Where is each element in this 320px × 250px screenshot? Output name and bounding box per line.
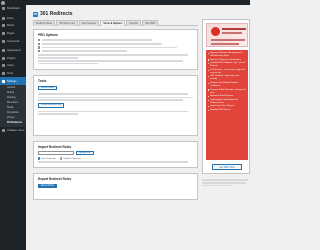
option-row [38,39,193,42]
promo-feature: Redirect with Multiple Redirect Conditio… [208,82,246,88]
menu-pages[interactable]: Pages [0,30,26,38]
tab-support[interactable]: Support [126,20,142,26]
pro-options-panel: PRO Options [33,29,198,70]
page-icon [2,32,5,36]
wordpress-logo-icon[interactable] [1,0,5,5]
pin-icon [2,16,5,20]
settings-submenu: General Writing Reading Discussion Media… [0,84,26,127]
pro-promo-box: Advanced Redirect Management & Wild Matc… [202,19,250,174]
tab-tools-options[interactable]: Tools & Options [100,20,126,26]
options-column: PRO Options Tools Delete Rules Delete Re… [33,29,198,205]
import-panel: Import Redirect Rules Upload File Skip D… [33,141,198,168]
promo-feature: Detailed 404 & Redirect Logs + Email Rep… [208,62,246,68]
settings-icon [2,79,5,83]
tab-get-pro[interactable]: Get PRO [142,20,159,26]
promo-feature: Branded PDF Reports [208,109,246,112]
collapse-icon [2,129,5,133]
promo-feature: Automatic Email Reports [208,95,246,98]
menu-dashboard[interactable]: Dashboard [0,5,26,13]
skip-duplicates-radio[interactable] [38,157,41,160]
pro-options-title: PRO Options [38,33,58,37]
menu-posts[interactable]: Posts [0,15,26,23]
main-content: 301 301 Redirects Redirect Rules 404 Err… [29,5,250,250]
tab-redirect-rules[interactable]: Redirect Rules [33,20,56,26]
media-icon [2,24,5,28]
menu-media[interactable]: Media [0,22,26,30]
collapse-menu-button[interactable]: Collapse menu [0,127,26,135]
export-panel: Export Redirect Rules Export Rules [33,172,198,201]
export-title: Export Redirect Rules [38,176,72,181]
option-row [38,46,193,49]
tab-link-scanner[interactable]: Link Scanner [78,20,100,26]
tab-404-error-log[interactable]: 404 Error Log [56,20,78,26]
page-title: 301 301 Redirects [33,11,73,17]
menu-appearance[interactable]: Appearance [0,47,26,55]
upload-file-button[interactable]: Upload File [76,151,94,156]
menu-comments[interactable]: Comments [0,37,26,45]
admin-sidebar: Dashboard Posts Media Pages Comments App… [0,5,26,250]
get-pro-button[interactable]: Get PRO Now [212,164,242,170]
promo-feature-list: Advanced Redirect Management & Wild Matc… [206,50,248,160]
brush-icon [2,49,5,53]
promo-footnote [202,178,250,188]
promo-feature: Lightning-fast Import/Export of Redirect… [208,99,246,105]
tools-panel: Tools Delete Rules Delete Redirect Log [33,74,198,137]
export-rules-button[interactable]: Export Rules [38,183,58,189]
menu-settings[interactable]: Settings [0,77,26,85]
option-row [38,50,193,53]
page-heading: 301 Redirects [40,11,73,17]
promo-banner-image [206,23,248,47]
tools-title: Tools [38,78,47,83]
promo-feature: Import from Other Plugins [208,105,246,108]
tab-bar: Redirect Rules 404 Error Log Link Scanne… [33,20,198,26]
menu-plugins[interactable]: Plugins [0,55,26,63]
option-checkbox[interactable] [38,39,41,42]
plugin-logo-icon: 301 [33,11,38,17]
menu-users[interactable]: Users [0,62,26,70]
promo-feature: Link Scanner - check every single link o… [208,69,246,75]
promo-feature: Advanced Redirect Management & Wild Matc… [208,52,246,58]
promo-feature: URL Cloaking - make links user friendly [208,75,246,81]
submenu-301-redirects[interactable]: 301 Redirects [0,121,26,126]
plug-icon [2,56,5,60]
import-title: Import Redirect Rules [38,145,72,150]
file-upload-row: Upload File [38,151,193,156]
duplicates-options: Skip Duplicates Update Duplicates [38,157,193,160]
promo-feature: Licenses & Site Manager - manage all sit… [208,89,246,95]
option-checkbox[interactable] [38,50,41,53]
option-checkbox[interactable] [38,46,41,49]
dashboard-icon [2,7,5,11]
update-duplicates-radio[interactable] [60,157,63,160]
users-icon [2,64,5,68]
wrench-icon [2,72,5,76]
delete-log-button[interactable]: Delete Redirect Log [38,103,65,108]
option-row [38,42,193,46]
option-checkbox[interactable] [38,42,41,46]
menu-tools[interactable]: Tools [0,70,26,78]
delete-rules-button[interactable]: Delete Rules [38,86,58,91]
promo-logo-icon [211,27,220,36]
comment-icon [2,39,5,43]
file-input[interactable] [38,151,74,156]
